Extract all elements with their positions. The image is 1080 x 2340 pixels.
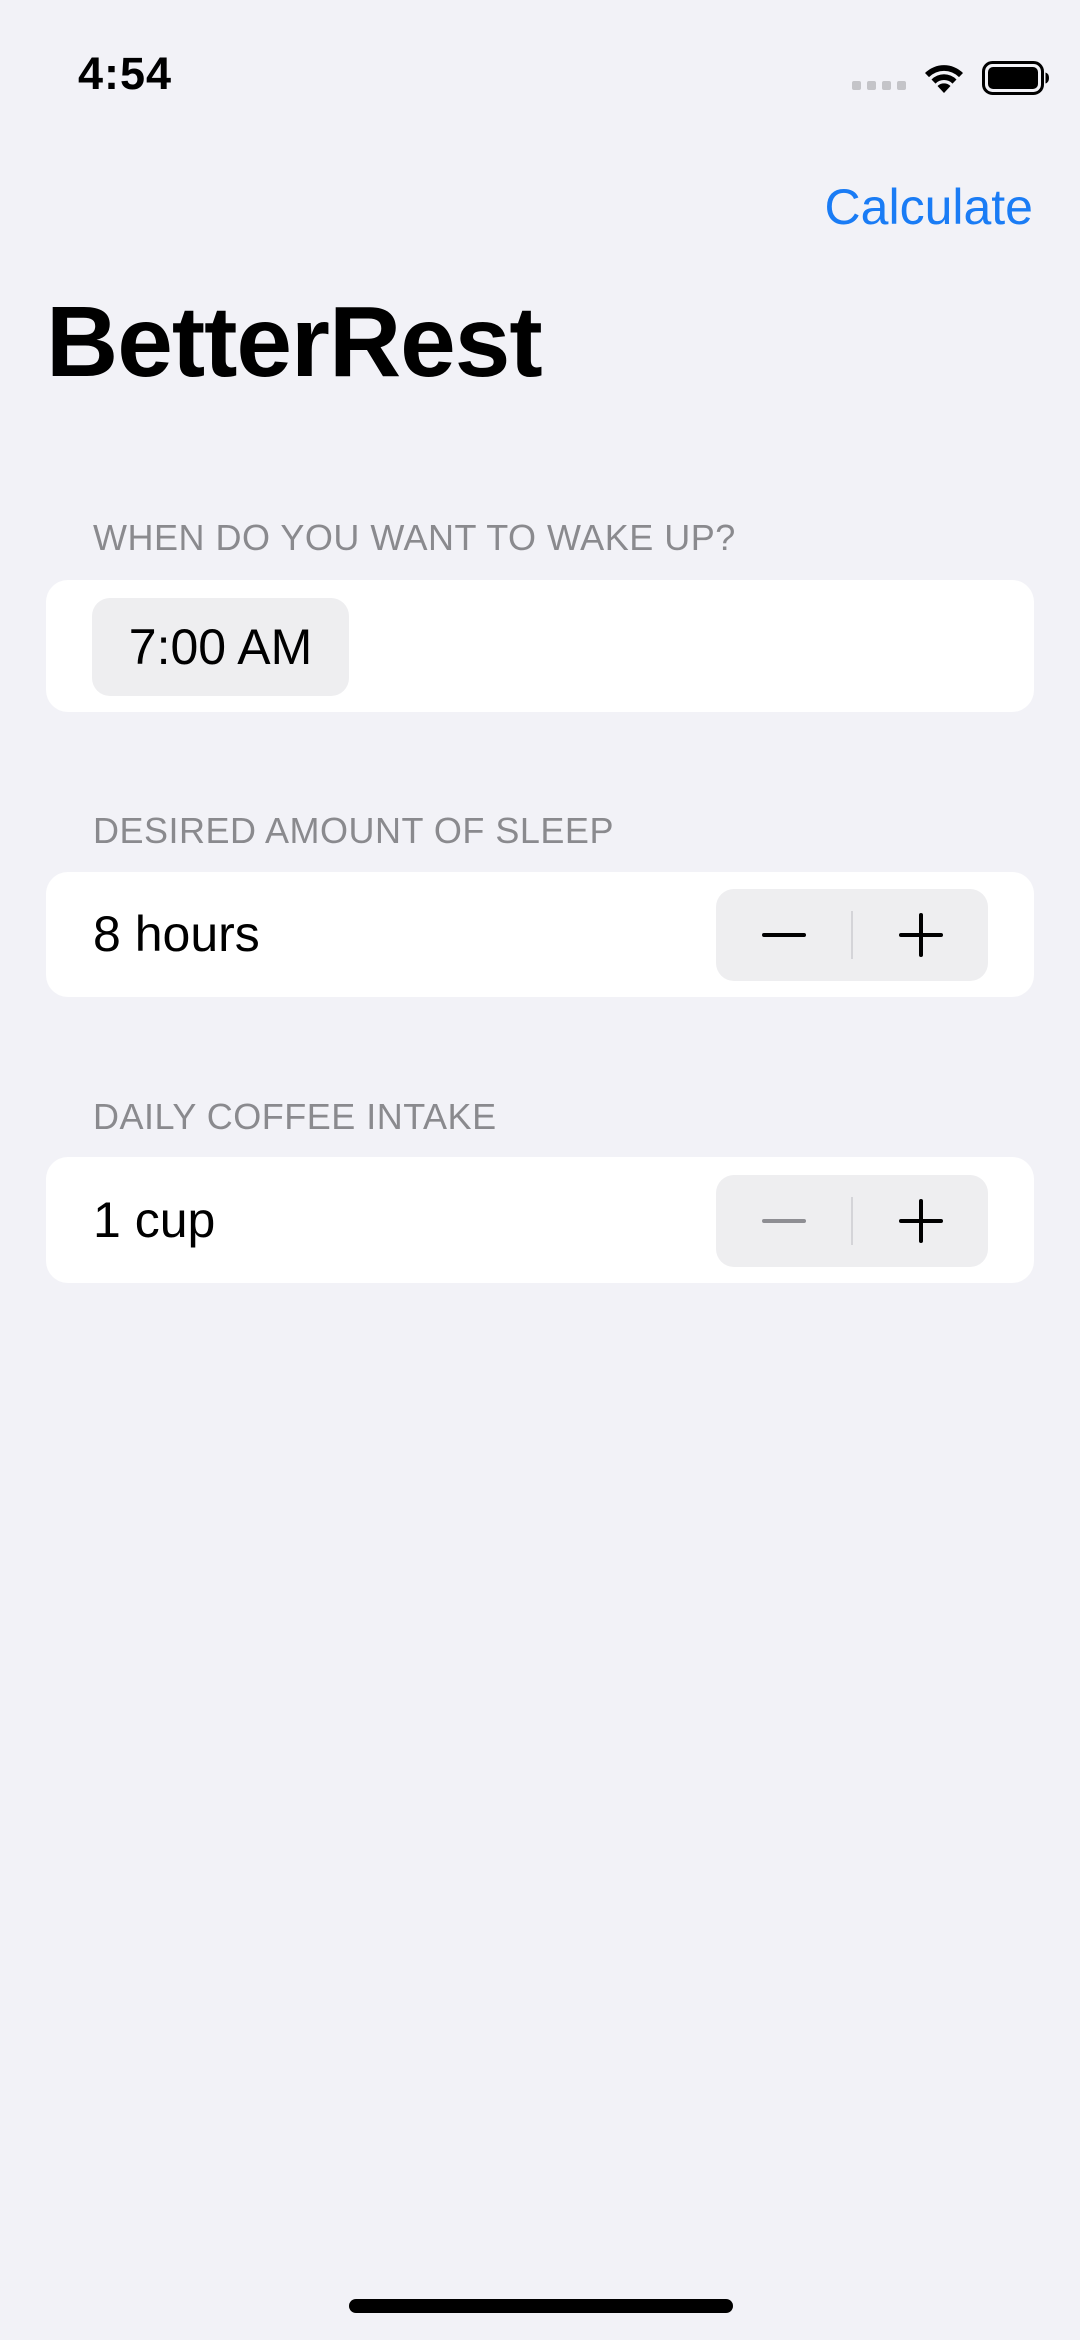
home-indicator[interactable] xyxy=(349,2299,733,2313)
status-time: 4:54 xyxy=(78,48,173,99)
coffee-intake-stepper xyxy=(716,1175,988,1267)
status-bar: 4:54 xyxy=(0,0,1080,150)
wifi-icon xyxy=(925,65,963,93)
coffee-increment-button[interactable] xyxy=(853,1175,988,1267)
wake-up-card: 7:00 AM xyxy=(46,580,1034,712)
status-icons xyxy=(852,58,1050,98)
sleep-increment-button[interactable] xyxy=(853,889,988,981)
cellular-signal-icon xyxy=(852,80,906,90)
plus-icon xyxy=(898,913,943,957)
section-header-coffee-intake: DAILY COFFEE INTAKE xyxy=(93,1096,497,1137)
minus-icon xyxy=(761,1219,806,1223)
calculate-button[interactable]: Calculate xyxy=(825,178,1033,236)
minus-icon xyxy=(761,933,806,937)
coffee-intake-card: 1 cup xyxy=(46,1157,1034,1283)
sleep-amount-value: 8 hours xyxy=(93,906,260,962)
section-header-wake-up: WHEN DO YOU WANT TO WAKE UP? xyxy=(93,517,736,558)
sleep-amount-stepper xyxy=(716,889,988,981)
wake-up-time-picker[interactable]: 7:00 AM xyxy=(92,598,349,696)
page-title: BetterRest xyxy=(46,286,543,398)
section-header-sleep-amount: DESIRED AMOUNT OF SLEEP xyxy=(93,810,614,851)
battery-icon xyxy=(982,61,1049,95)
sleep-decrement-button[interactable] xyxy=(716,889,851,981)
coffee-intake-value: 1 cup xyxy=(93,1192,216,1248)
plus-icon xyxy=(898,1199,943,1243)
coffee-decrement-button[interactable] xyxy=(716,1175,851,1267)
sleep-amount-card: 8 hours xyxy=(46,872,1034,997)
